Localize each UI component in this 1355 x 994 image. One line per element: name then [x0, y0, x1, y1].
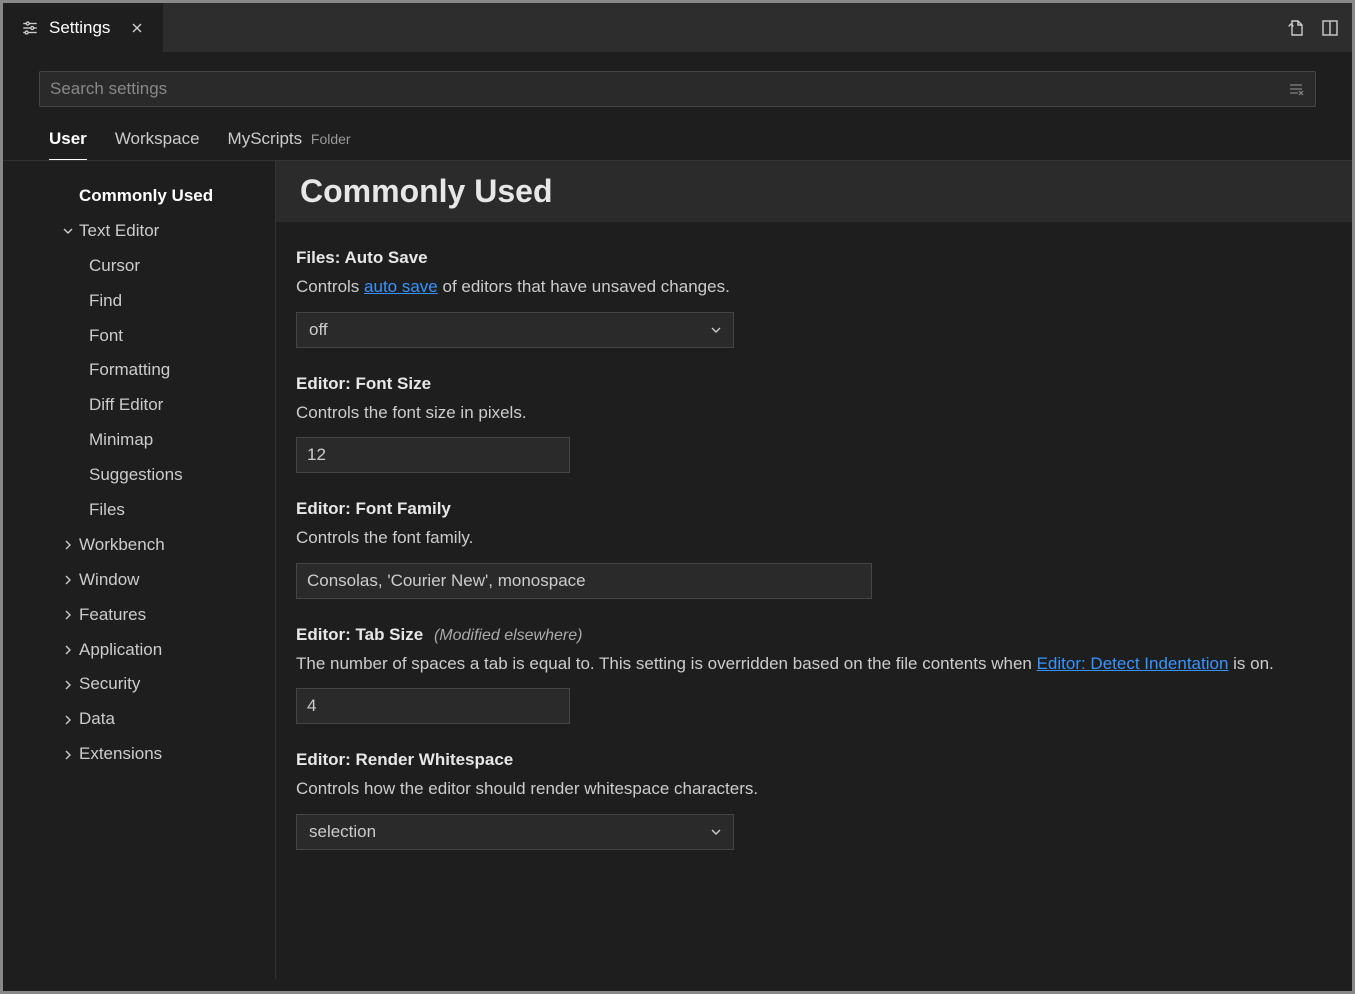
toc-workbench[interactable]: Workbench — [3, 528, 275, 563]
toc-label: Features — [79, 601, 146, 630]
font-size-input[interactable] — [296, 437, 570, 473]
toc-label: Window — [79, 566, 139, 595]
toc-files[interactable]: Files — [3, 493, 275, 528]
search-row — [3, 53, 1352, 107]
setting-description: Controls the font family. — [296, 525, 1332, 551]
chevron-right-icon — [59, 573, 77, 587]
render-whitespace-select[interactable]: selection — [296, 814, 734, 850]
setting-title: Files: Auto Save — [296, 248, 1332, 268]
desc-text: of editors that have unsaved changes. — [438, 277, 730, 296]
select-value: selection — [309, 822, 376, 842]
tab-bar: Settings — [3, 3, 1352, 53]
toc-minimap[interactable]: Minimap — [3, 423, 275, 458]
toc-label: Text Editor — [79, 217, 159, 246]
chevron-right-icon — [59, 748, 77, 762]
toc-formatting[interactable]: Formatting — [3, 353, 275, 388]
setting-title: Editor: Font Size — [296, 374, 1332, 394]
toc-extensions[interactable]: Extensions — [3, 737, 275, 772]
chevron-right-icon — [59, 608, 77, 622]
settings-toc: Commonly Used Text Editor Cursor Find Fo… — [3, 161, 276, 979]
tab-actions — [1286, 3, 1352, 52]
chevron-right-icon — [59, 538, 77, 552]
title-text: Editor: Tab Size — [296, 625, 423, 644]
clear-filter-icon[interactable] — [1287, 80, 1305, 98]
setting-title: Editor: Font Family — [296, 499, 1332, 519]
desc-text: is on. — [1228, 654, 1273, 673]
toc-commonly-used[interactable]: Commonly Used — [3, 179, 275, 214]
setting-editor-font-family: Editor: Font Family Controls the font fa… — [276, 473, 1352, 599]
toc-diff-editor[interactable]: Diff Editor — [3, 388, 275, 423]
desc-text: Controls — [296, 277, 364, 296]
split-editor-icon[interactable] — [1320, 18, 1340, 38]
scope-tab-folder[interactable]: MyScripts Folder — [228, 129, 351, 159]
font-family-input[interactable] — [296, 563, 872, 599]
search-box[interactable] — [39, 71, 1316, 107]
setting-editor-font-size: Editor: Font Size Controls the font size… — [276, 348, 1352, 474]
toc-security[interactable]: Security — [3, 667, 275, 702]
toc-label: Workbench — [79, 531, 165, 560]
scope-tabs: User Workspace MyScripts Folder — [3, 107, 1352, 161]
setting-title: Editor: Render Whitespace — [296, 750, 1332, 770]
toc-text-editor[interactable]: Text Editor — [3, 214, 275, 249]
settings-icon — [21, 19, 39, 37]
chevron-right-icon — [59, 678, 77, 692]
setting-description: Controls the font size in pixels. — [296, 400, 1332, 426]
setting-description: Controls how the editor should render wh… — [296, 776, 1332, 802]
scope-tab-workspace[interactable]: Workspace — [115, 129, 200, 159]
scope-tab-user[interactable]: User — [49, 129, 87, 160]
toc-suggestions[interactable]: Suggestions — [3, 458, 275, 493]
auto-save-link[interactable]: auto save — [364, 277, 438, 296]
toc-window[interactable]: Window — [3, 563, 275, 598]
chevron-down-icon — [709, 323, 723, 337]
setting-title: Editor: Tab Size (Modified elsewhere) — [296, 625, 1332, 645]
setting-editor-tab-size: Editor: Tab Size (Modified elsewhere) Th… — [276, 599, 1352, 725]
scope-folder-name: MyScripts — [228, 129, 303, 148]
toc-label: Security — [79, 670, 140, 699]
scope-folder-suffix: Folder — [311, 131, 351, 147]
toc-application[interactable]: Application — [3, 633, 275, 668]
auto-save-select[interactable]: off — [296, 312, 734, 348]
toc-label: Application — [79, 636, 162, 665]
toc-find[interactable]: Find — [3, 284, 275, 319]
tab-size-input[interactable] — [296, 688, 570, 724]
tab-title: Settings — [49, 18, 110, 38]
toc-label: Extensions — [79, 740, 162, 769]
toc-cursor[interactable]: Cursor — [3, 249, 275, 284]
chevron-right-icon — [59, 643, 77, 657]
setting-description: The number of spaces a tab is equal to. … — [296, 651, 1332, 677]
select-value: off — [309, 320, 328, 340]
desc-text: The number of spaces a tab is equal to. … — [296, 654, 1037, 673]
chevron-down-icon — [59, 224, 77, 238]
toc-features[interactable]: Features — [3, 598, 275, 633]
search-input[interactable] — [50, 79, 1287, 99]
detect-indentation-link[interactable]: Editor: Detect Indentation — [1037, 654, 1229, 673]
settings-body: Commonly Used Text Editor Cursor Find Fo… — [3, 161, 1352, 979]
modified-badge: (Modified elsewhere) — [434, 627, 583, 644]
open-settings-json-icon[interactable] — [1286, 18, 1306, 38]
chevron-down-icon — [709, 825, 723, 839]
setting-files-auto-save: Files: Auto Save Controls auto save of e… — [276, 222, 1352, 348]
close-icon[interactable] — [129, 20, 145, 36]
toc-font[interactable]: Font — [3, 319, 275, 354]
section-heading: Commonly Used — [276, 161, 1352, 222]
toc-data[interactable]: Data — [3, 702, 275, 737]
settings-content: Commonly Used Files: Auto Save Controls … — [276, 161, 1352, 979]
tab-settings[interactable]: Settings — [3, 3, 163, 52]
chevron-right-icon — [59, 713, 77, 727]
setting-description: Controls auto save of editors that have … — [296, 274, 1332, 300]
toc-label: Data — [79, 705, 115, 734]
setting-editor-render-whitespace: Editor: Render Whitespace Controls how t… — [276, 724, 1352, 850]
